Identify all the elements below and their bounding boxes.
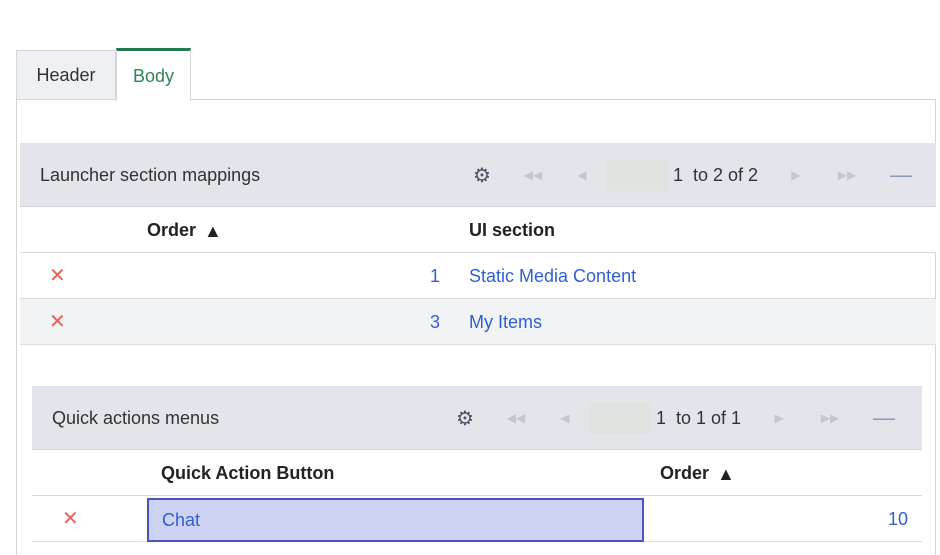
delete-icon[interactable]: ✕: [62, 496, 79, 542]
gear-icon[interactable]: ⚙: [451, 386, 479, 450]
gear-icon[interactable]: ⚙: [468, 143, 496, 207]
column-header-order-label: Order: [147, 220, 197, 240]
record-range: to 2 of 2: [693, 165, 759, 185]
column-header-order[interactable]: Order ▲: [660, 450, 735, 496]
quick-actions-menus-list: Quick actions menus ⚙ ◀◀ ◀ 1 to 1 of 1 ▶…: [32, 386, 922, 555]
next-page-icon[interactable]: ▶: [769, 386, 789, 450]
body-panel: Launcher section mappings ⚙ ◀◀ ◀ 1 to 2 …: [16, 99, 936, 555]
sort-ascending-icon: ▲: [717, 464, 735, 485]
quick-action-button-cell[interactable]: Chat: [147, 498, 644, 542]
table-row: ✕ 3 My Items: [20, 299, 936, 345]
list-title: Quick actions menus: [52, 408, 220, 428]
order-value[interactable]: 10: [852, 496, 908, 542]
record-range: to 1 of 1: [676, 408, 742, 428]
prev-page-icon[interactable]: ◀: [555, 386, 575, 450]
delete-icon[interactable]: ✕: [49, 299, 66, 345]
page-number-input[interactable]: [606, 159, 668, 191]
column-header-row: Order ▲ UI section: [20, 207, 936, 253]
last-page-icon[interactable]: ▶▶: [817, 386, 843, 450]
column-header-order-label: Order: [660, 463, 710, 483]
tab-body-label: Body: [132, 65, 175, 86]
delete-icon[interactable]: ✕: [49, 253, 66, 299]
sort-ascending-icon: ▲: [204, 221, 222, 242]
list-header: Quick actions menus ⚙ ◀◀ ◀ 1 to 1 of 1 ▶…: [32, 386, 922, 450]
collapse-icon[interactable]: —: [869, 386, 899, 450]
order-value: 1: [429, 266, 440, 286]
tab-header-label: Header: [36, 65, 96, 85]
column-header-quick-action-button[interactable]: Quick Action Button: [161, 450, 334, 496]
column-header-ui-section[interactable]: UI section: [469, 207, 555, 253]
next-page-icon[interactable]: ▶: [786, 143, 806, 207]
list-header: Launcher section mappings ⚙ ◀◀ ◀ 1 to 2 …: [20, 143, 936, 207]
last-page-icon[interactable]: ▶▶: [834, 143, 860, 207]
tab-header[interactable]: Header: [16, 50, 116, 100]
collapse-icon[interactable]: —: [886, 143, 916, 207]
launcher-section-mappings-list: Launcher section mappings ⚙ ◀◀ ◀ 1 to 2 …: [20, 143, 936, 347]
current-page: 1: [655, 408, 666, 428]
column-header-row: Quick Action Button Order ▲: [32, 450, 922, 496]
order-value: 3: [429, 312, 440, 332]
page-number-input[interactable]: [589, 402, 651, 434]
first-page-icon[interactable]: ◀◀: [520, 143, 546, 207]
prev-page-icon[interactable]: ◀: [572, 143, 592, 207]
first-page-icon[interactable]: ◀◀: [503, 386, 529, 450]
column-header-order[interactable]: Order ▲: [147, 207, 222, 253]
table-row: ✕ Chat 10: [32, 496, 922, 542]
table-row: ✕ 1 Static Media Content: [20, 253, 936, 299]
ui-section-link[interactable]: Static Media Content: [469, 253, 636, 299]
current-page: 1: [672, 165, 683, 185]
ui-section-link[interactable]: My Items: [469, 299, 542, 345]
tab-body[interactable]: Body: [116, 48, 191, 101]
list-title: Launcher section mappings: [40, 165, 261, 185]
